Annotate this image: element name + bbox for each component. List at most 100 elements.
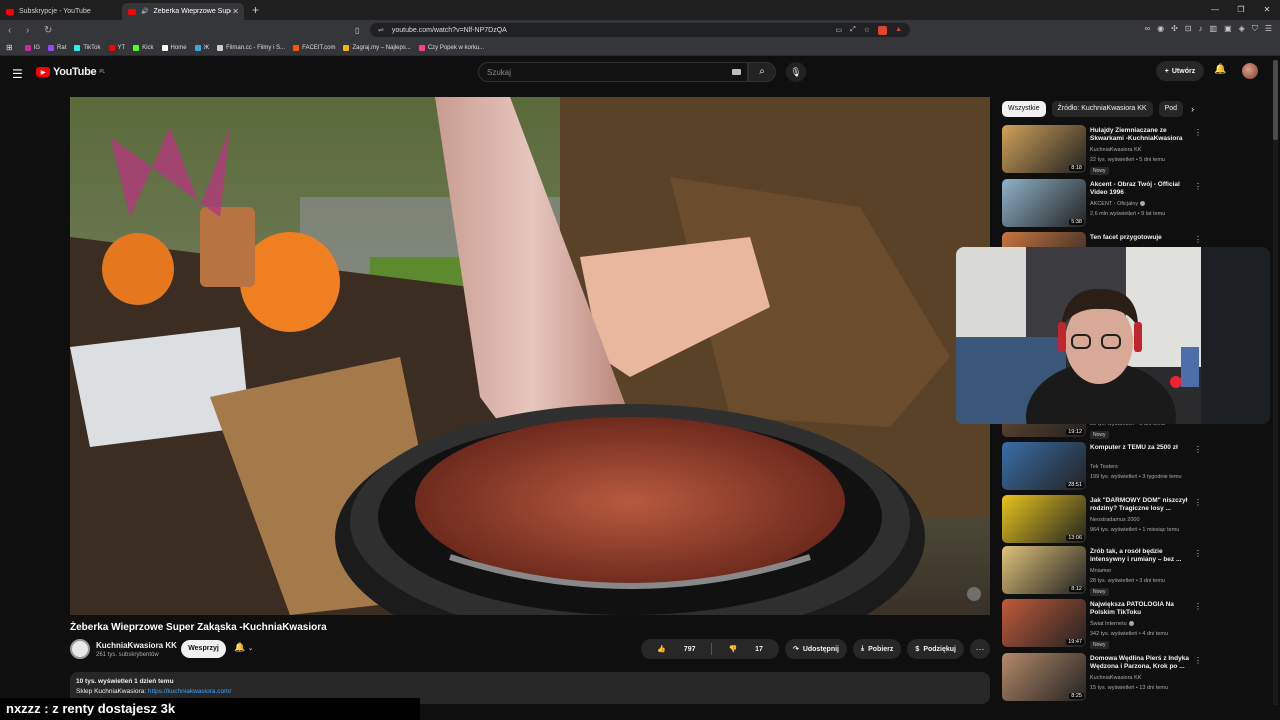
recommendation-channel[interactable]: Tek Testers <box>1090 464 1118 470</box>
bookmark-item[interactable]: Rat <box>48 44 66 51</box>
more-options-icon[interactable]: ⋮ <box>1194 128 1202 137</box>
channel-avatar[interactable] <box>70 639 90 659</box>
site-info-icon[interactable]: ⇌ <box>378 26 384 34</box>
more-options-icon[interactable]: ⋮ <box>1194 182 1202 191</box>
close-tab-icon[interactable]: ✕ <box>232 7 239 16</box>
recommendation-title[interactable]: Zrób tak, a rosół będzie intensywny i ru… <box>1090 548 1194 564</box>
video-thumbnail[interactable]: 5:38 <box>1002 179 1086 227</box>
search-input[interactable]: Szukaj <box>478 62 748 82</box>
voice-search-button[interactable]: 🎙 <box>786 62 806 82</box>
download-button[interactable]: ⤓ Pobierz <box>853 639 902 659</box>
bookmark-item[interactable]: Filman.cc - Filmy i S... <box>217 44 285 51</box>
rewards-icon[interactable]: ▲ <box>895 26 902 35</box>
new-tab-button[interactable]: + <box>252 3 259 17</box>
extension-icon[interactable]: ◉ <box>1157 24 1164 34</box>
recommendation-title[interactable]: Jak "DARMOWY DOM" niszczył rodziny? Trag… <box>1090 497 1194 513</box>
video-thumbnail[interactable]: 8:25 <box>1002 653 1086 701</box>
reload-icon[interactable]: ↻ <box>44 25 54 36</box>
brave-shield-icon[interactable] <box>878 25 888 35</box>
channel-name[interactable]: KuchniaKwasiora KK <box>96 641 177 650</box>
chip-all[interactable]: Wszystkie <box>1002 101 1046 117</box>
recommendation-channel[interactable]: Świat Internetu <box>1090 621 1134 627</box>
minimize-button[interactable]: — <box>1202 0 1228 20</box>
recommendation-item[interactable]: 13:06 Jak "DARMOWY DOM" niszczył rodziny?… <box>1002 495 1208 545</box>
wallet-icon[interactable]: ▣ <box>1224 24 1232 34</box>
star-icon[interactable]: ☆ <box>864 26 870 35</box>
bookmark-item[interactable]: IG <box>24 44 40 51</box>
keyboard-icon[interactable] <box>732 69 741 75</box>
search-button[interactable]: ⌕ <box>748 62 776 82</box>
recommendation-title[interactable]: Domowa Wędlina Pierś z Indyka Wędzona i … <box>1090 655 1194 671</box>
more-options-icon[interactable]: ⋮ <box>1194 235 1202 244</box>
scrollbar-thumb[interactable] <box>1273 60 1278 140</box>
recommendation-title[interactable]: Ten facet przygotowuje <box>1090 234 1194 242</box>
recommendation-title[interactable]: Akcent - Obraz Twój - Official Video 199… <box>1090 181 1194 197</box>
bookmark-item[interactable]: Zagraj.my – Najleps... <box>343 44 411 51</box>
bookmark-page-icon[interactable]: ▯ <box>355 26 359 35</box>
translate-icon[interactable]: ⤢ <box>850 26 856 35</box>
shop-link[interactable]: https://kuchniakwasiora.com/ <box>148 688 231 695</box>
recommendation-item[interactable]: 28:51 Komputer z TEMU za 2500 zł Tek Teste… <box>1002 442 1208 492</box>
video-thumbnail[interactable]: 19:47 <box>1002 599 1086 647</box>
hamburger-menu-icon[interactable]: ☰ <box>12 67 23 81</box>
extension-icon[interactable]: ∞ <box>1144 24 1150 34</box>
tab-current-video[interactable]: 🔊 Żeberka Wieprzowe Super Za ✕ <box>122 3 244 20</box>
like-button[interactable]: 👍 797 <box>641 645 711 653</box>
subscription-bell-button[interactable]: 🔔 ⌄ <box>234 642 254 653</box>
youtube-logo[interactable]: ▶ YouTube PL <box>36 66 105 78</box>
create-button[interactable]: + Utwórz <box>1156 61 1204 81</box>
recommendation-item[interactable]: 19:47 Największa PATOLOGIA Na Polskim Tik… <box>1002 599 1208 649</box>
recommendation-item[interactable]: 5:38 Akcent - Obraz Twój - Official Video… <box>1002 179 1208 229</box>
recommendation-item[interactable]: 8:12 Zrób tak, a rosół będzie intensywny … <box>1002 546 1208 596</box>
vpn-icon[interactable]: ◈ <box>1239 24 1245 34</box>
tab-search-icon[interactable]: ⊡ <box>1185 24 1192 34</box>
more-options-icon[interactable]: ⋮ <box>1194 656 1202 665</box>
video-thumbnail[interactable]: 13:06 <box>1002 495 1086 543</box>
bookmark-item[interactable]: Home <box>161 44 187 51</box>
apps-grid-icon[interactable]: ⊞ <box>6 43 13 52</box>
share-button[interactable]: ↷ Udostępnij <box>784 639 847 659</box>
bookmark-item[interactable]: Kick <box>133 44 154 51</box>
more-options-icon[interactable]: ⋮ <box>1194 602 1202 611</box>
extensions-puzzle-icon[interactable]: ✣ <box>1171 24 1178 34</box>
more-actions-button[interactable]: ··· <box>970 639 990 659</box>
recommendation-title[interactable]: Największa PATOLOGIA Na Polskim TikToku <box>1090 601 1194 617</box>
recommendation-channel[interactable]: KuchniaKwasiora KK <box>1090 147 1141 153</box>
page-scrollbar[interactable] <box>1273 60 1278 705</box>
bookmark-item[interactable]: YT <box>108 44 125 51</box>
recommendation-item[interactable]: 8:18 Hulajdy Ziemniaczane ze Skwarkami -K… <box>1002 125 1208 175</box>
video-thumbnail[interactable]: 8:18 <box>1002 125 1086 173</box>
cast-icon[interactable]: ▭ <box>836 26 843 35</box>
recommendation-channel[interactable]: AKCENT - Oficjalny <box>1090 201 1146 207</box>
notifications-bell-icon[interactable]: 🔔 <box>1214 64 1226 75</box>
forward-icon[interactable]: › <box>26 25 36 36</box>
chevron-right-icon[interactable]: › <box>1191 104 1194 114</box>
music-icon[interactable]: ♪ <box>1199 24 1203 34</box>
thanks-button[interactable]: $ Podziękuj <box>907 639 964 659</box>
video-thumbnail[interactable]: 28:51 <box>1002 442 1086 490</box>
tab-subscriptions[interactable]: Subskrypcje - YouTube <box>0 3 122 20</box>
recommendation-channel[interactable]: Mniamer <box>1090 568 1111 574</box>
chip-related[interactable]: Pod <box>1158 101 1184 117</box>
maximize-button[interactable]: ❐ <box>1228 0 1254 20</box>
recommendation-title[interactable]: Hulajdy Ziemniaczane ze Skwarkami -Kuchn… <box>1090 127 1194 143</box>
support-button[interactable]: Wesprzyj <box>181 640 226 658</box>
bookmark-item[interactable]: Czy Popek w korku... <box>418 44 484 51</box>
menu-icon[interactable]: ☰ <box>1265 24 1272 34</box>
more-options-icon[interactable]: ⋮ <box>1194 445 1202 454</box>
url-bar[interactable]: ⇌ youtube.com/watch?v=Nlf-NP7DzQA ▭ ⤢ ☆ … <box>370 23 910 37</box>
back-icon[interactable]: ‹ <box>8 25 18 36</box>
recommendation-title[interactable]: Komputer z TEMU za 2500 zł <box>1090 444 1194 452</box>
sidebar-icon[interactable]: ▥ <box>1210 24 1218 34</box>
dislike-button[interactable]: 👎 17 <box>712 645 778 653</box>
video-player[interactable] <box>70 97 990 615</box>
recommendation-channel[interactable]: KuchniaKwasiora KK <box>1090 675 1141 681</box>
bookmark-item[interactable]: Ж <box>194 44 209 51</box>
chip-channel-source[interactable]: Źródło: KuchniaKwasiora KK <box>1051 101 1153 117</box>
recommendation-channel[interactable]: Neostradamus 2000 <box>1090 517 1140 523</box>
close-window-button[interactable]: ✕ <box>1254 0 1280 20</box>
bookmark-item[interactable]: TikTok <box>74 44 101 51</box>
more-options-icon[interactable]: ⋮ <box>1194 498 1202 507</box>
bookmark-item[interactable]: FACEIT.com <box>293 44 335 51</box>
shield-icon[interactable]: ⛉ <box>1252 24 1258 34</box>
